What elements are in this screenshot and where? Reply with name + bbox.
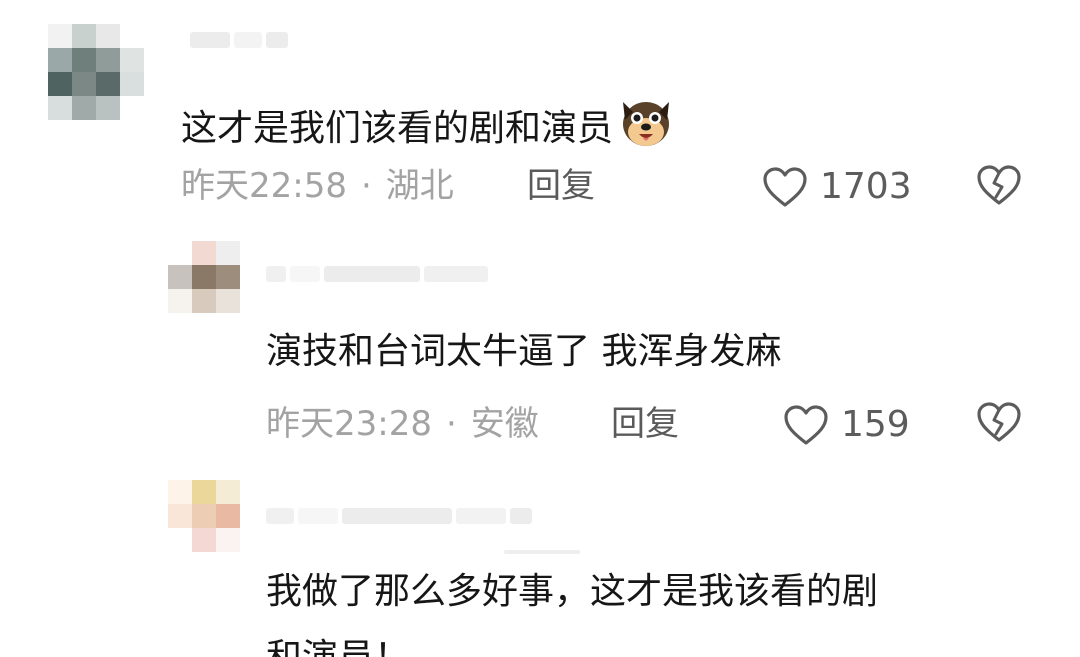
broken-heart-icon — [976, 163, 1022, 207]
avatar[interactable] — [48, 24, 144, 120]
comment-location: 湖北 — [385, 166, 454, 206]
reply-button[interactable]: 回复 — [527, 166, 595, 206]
separator-blur — [504, 550, 580, 554]
avatar[interactable] — [168, 480, 240, 552]
heart-outline-icon — [783, 404, 829, 446]
comment-text-continued: 和演员！ — [266, 636, 410, 657]
comment-text: 我做了那么多好事，这才是我该看的剧 — [266, 571, 879, 612]
like-button[interactable]: 159 — [783, 404, 910, 446]
username-blurred[interactable] — [266, 508, 532, 524]
comment-text: 演技和台词太牛逼了 我浑身发麻 — [266, 331, 782, 372]
comment-time: 昨天22:58 — [181, 166, 347, 206]
comment-meta: 昨天23:28 · 安徽 — [266, 404, 539, 444]
meta-separator: · — [445, 404, 457, 444]
broken-heart-icon — [976, 400, 1022, 444]
username-blurred[interactable] — [266, 266, 488, 282]
username-blurred[interactable] — [190, 32, 288, 48]
dislike-button[interactable] — [976, 400, 1022, 444]
comment-text: 这才是我们该看的剧和演员 — [181, 94, 675, 161]
meta-separator: · — [360, 166, 372, 206]
reply-button[interactable]: 回复 — [611, 404, 679, 444]
comment-time: 昨天23:28 — [266, 404, 432, 444]
comment-location: 安徽 — [470, 404, 539, 444]
comment-text-content: 这才是我们该看的剧和演员 — [181, 108, 614, 149]
like-count: 159 — [841, 404, 910, 445]
dislike-button[interactable] — [976, 163, 1022, 207]
comment-meta: 昨天22:58 · 湖北 — [181, 166, 454, 206]
dog-face-emoji-icon — [617, 94, 675, 161]
heart-outline-icon — [762, 166, 808, 208]
like-button[interactable]: 1703 — [762, 166, 912, 208]
avatar[interactable] — [168, 241, 240, 313]
like-count: 1703 — [820, 166, 912, 207]
